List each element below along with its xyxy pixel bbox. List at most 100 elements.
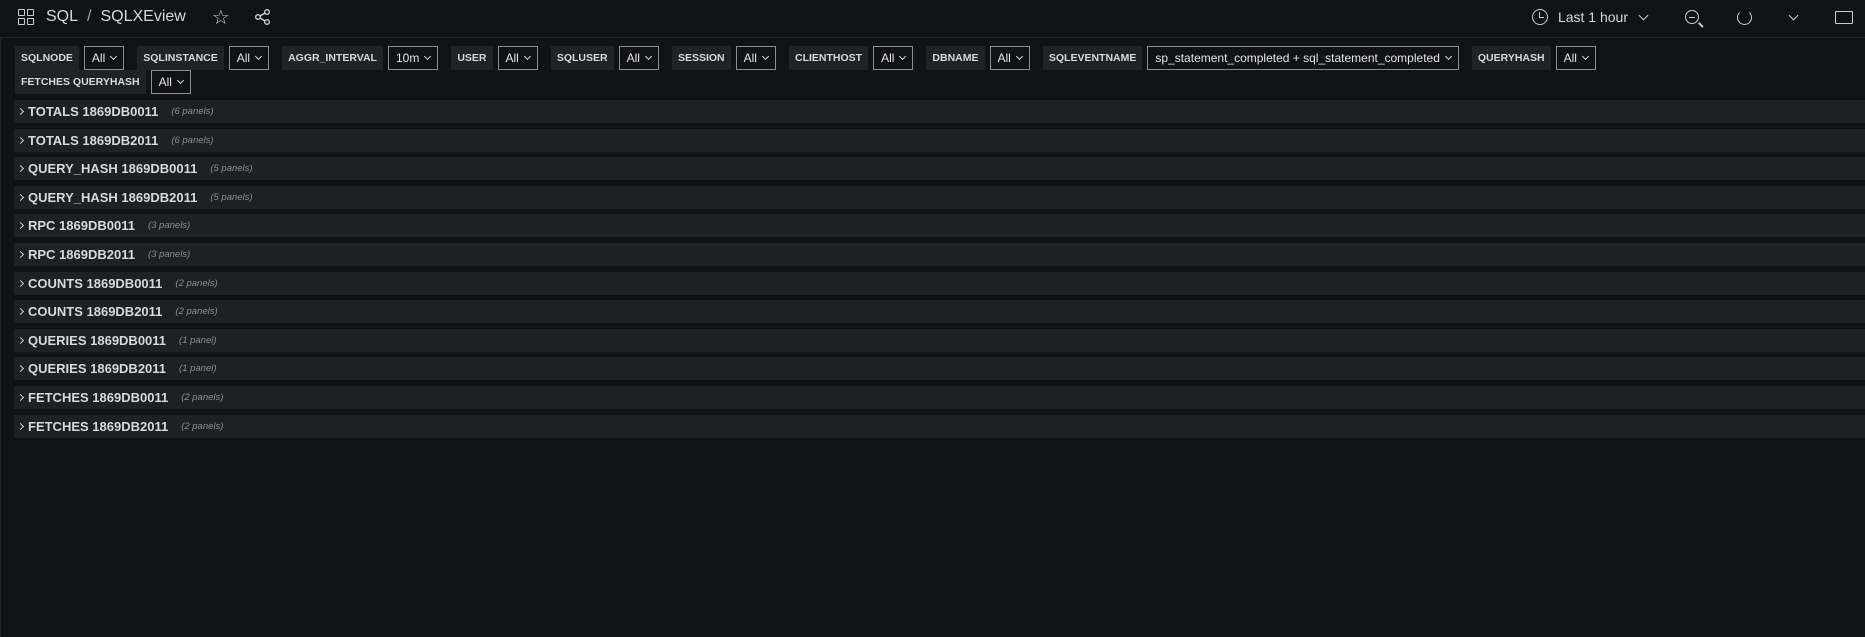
variable-label: DBNAME xyxy=(926,46,985,70)
chevron-down-icon xyxy=(1444,52,1452,61)
variable-user: USER All xyxy=(451,46,538,70)
chevron-down-icon xyxy=(899,52,907,61)
chevron-down-icon xyxy=(644,52,652,61)
chevron-down-icon xyxy=(1581,52,1589,61)
collapsed-row[interactable]: RPC 1869DB2011 (3 panels) xyxy=(14,242,1865,266)
time-range-picker[interactable]: Last 1 hour xyxy=(1531,9,1649,25)
variable-aggr-interval: AGGR_INTERVAL 10m xyxy=(282,46,439,70)
chevron-right-icon xyxy=(16,222,25,230)
variable-select[interactable]: 10m xyxy=(387,46,439,70)
row-panel-count: (1 panel) xyxy=(179,334,217,346)
row-panel-count: (2 panels) xyxy=(175,277,218,289)
variable-fetches-queryhash: FETCHES QUERYHASH All xyxy=(15,70,191,94)
variable-sqlnode: SQLNODE All xyxy=(15,46,125,70)
variable-select[interactable]: All xyxy=(618,46,659,70)
chevron-right-icon xyxy=(16,308,25,316)
share-icon[interactable] xyxy=(254,8,272,26)
variable-queryhash: QUERYHASH All xyxy=(1471,46,1596,70)
chevron-down-icon xyxy=(523,52,531,61)
variable-label: SQLUSER xyxy=(550,46,614,70)
refresh-interval-chevron-icon[interactable] xyxy=(1788,10,1799,20)
variable-clienthost: CLIENTHOST All xyxy=(788,46,914,70)
collapsed-row[interactable]: FETCHES 1869DB0011 (2 panels) xyxy=(14,385,1865,409)
collapsed-row[interactable]: QUERIES 1869DB2011 (1 panel) xyxy=(14,357,1865,381)
collapsed-row[interactable]: TOTALS 1869DB2011 (6 panels) xyxy=(14,128,1865,152)
variable-select[interactable]: All xyxy=(873,46,914,70)
variable-label: FETCHES QUERYHASH xyxy=(15,70,146,94)
row-title: QUERIES 1869DB2011 xyxy=(28,361,167,377)
row-panel-count: (3 panels) xyxy=(147,220,191,232)
tv-mode-icon[interactable] xyxy=(1835,10,1853,24)
breadcrumb-folder[interactable]: SQL xyxy=(46,8,78,26)
chevron-down-icon xyxy=(176,76,185,85)
chevron-right-icon xyxy=(16,336,25,344)
row-panel-count: (3 panels) xyxy=(147,248,191,260)
chevron-right-icon xyxy=(16,136,25,144)
variable-label: SQLNODE xyxy=(15,46,79,70)
row-title: TOTALS 1869DB0011 xyxy=(28,104,159,119)
row-title: COUNTS 1869DB0011 xyxy=(28,275,163,291)
clock-icon xyxy=(1531,9,1548,25)
template-variables: SQLNODE All SQLINSTANCE All AGGR_INTERVA… xyxy=(15,46,1855,94)
row-title: TOTALS 1869DB2011 xyxy=(28,132,159,148)
chevron-down-icon xyxy=(1015,52,1023,61)
collapsed-row[interactable]: TOTALS 1869DB0011 (6 panels) xyxy=(14,100,1865,123)
variable-dbname: DBNAME All xyxy=(926,46,1030,70)
row-title: RPC 1869DB0011 xyxy=(28,218,135,234)
chevron-down-icon xyxy=(1638,10,1649,20)
chevron-right-icon xyxy=(16,365,25,373)
chevron-right-icon xyxy=(16,250,25,259)
collapsed-row[interactable]: QUERY_HASH 1869DB2011 (5 panels) xyxy=(14,185,1865,209)
collapsed-row[interactable]: COUNTS 1869DB0011 (2 panels) xyxy=(14,271,1865,295)
row-panel-count: (5 panels) xyxy=(210,191,253,203)
variable-session: SESSION All xyxy=(671,46,776,70)
collapsed-row[interactable]: RPC 1869DB0011 (3 panels) xyxy=(14,214,1865,238)
chevron-down-icon xyxy=(110,52,118,61)
variable-select[interactable]: All xyxy=(83,46,125,70)
variable-label: SQLINSTANCE xyxy=(137,46,224,70)
collapsed-row[interactable]: QUERIES 1869DB0011 (1 panel) xyxy=(14,328,1865,352)
variable-sqlinstance: SQLINSTANCE All xyxy=(137,46,270,70)
row-title: QUERY_HASH 1869DB2011 xyxy=(28,189,198,205)
row-title: FETCHES 1869DB0011 xyxy=(28,389,169,405)
variable-label: AGGR_INTERVAL xyxy=(282,46,383,70)
variable-label: CLIENTHOST xyxy=(788,46,869,70)
breadcrumb-dashboard[interactable]: SQLXEview xyxy=(100,8,185,26)
variable-select[interactable]: sp_statement_completed + sql_statement_c… xyxy=(1147,46,1459,70)
chevron-right-icon xyxy=(16,422,25,430)
collapsed-row[interactable]: FETCHES 1869DB2011 (2 panels) xyxy=(14,414,1865,438)
row-title: QUERIES 1869DB0011 xyxy=(28,332,167,348)
row-title: QUERY_HASH 1869DB0011 xyxy=(28,161,198,177)
refresh-icon[interactable] xyxy=(1737,9,1752,25)
variable-select[interactable]: All xyxy=(150,70,191,94)
row-title: RPC 1869DB2011 xyxy=(28,246,135,262)
dashboard-breadcrumb: SQL / SQLXEview ☆ xyxy=(18,0,272,34)
row-panel-count: (2 panels) xyxy=(175,306,218,318)
collapsed-row[interactable]: COUNTS 1869DB2011 (2 panels) xyxy=(14,300,1865,324)
variable-select[interactable]: All xyxy=(989,46,1030,70)
variable-label: USER xyxy=(451,46,493,70)
row-title: COUNTS 1869DB2011 xyxy=(28,304,163,320)
variable-sqluser: SQLUSER All xyxy=(550,46,659,70)
row-panel-count: (6 panels) xyxy=(171,134,214,146)
collapsed-row[interactable]: QUERY_HASH 1869DB0011 (5 panels) xyxy=(14,157,1865,181)
zoom-out-icon[interactable] xyxy=(1685,10,1699,24)
chevron-right-icon xyxy=(16,279,25,287)
dashboards-grid-icon[interactable] xyxy=(18,9,34,25)
variable-sqleventname: SQLEVENTNAME sp_statement_completed + sq… xyxy=(1042,46,1459,70)
dashboard-rows: TOTALS 1869DB0011 (6 panels) TOTALS 1869D… xyxy=(14,100,1865,443)
variable-select[interactable]: All xyxy=(228,46,270,70)
row-panel-count: (1 panel) xyxy=(179,363,217,375)
chevron-down-icon xyxy=(424,52,432,61)
top-navbar: SQL / SQLXEview ☆ Last 1 hour xyxy=(0,0,1865,38)
chevron-right-icon xyxy=(16,107,25,116)
variable-select[interactable]: All xyxy=(735,46,776,70)
row-panel-count: (2 panels) xyxy=(181,391,224,403)
variable-select[interactable]: All xyxy=(1555,46,1596,70)
row-panel-count: (5 panels) xyxy=(210,163,253,175)
breadcrumb-separator: / xyxy=(87,8,92,25)
dashboard-toolbar: Last 1 hour xyxy=(1531,0,1865,34)
chevron-right-icon xyxy=(16,165,25,173)
star-icon[interactable]: ☆ xyxy=(212,5,230,30)
variable-select[interactable]: All xyxy=(497,46,538,70)
